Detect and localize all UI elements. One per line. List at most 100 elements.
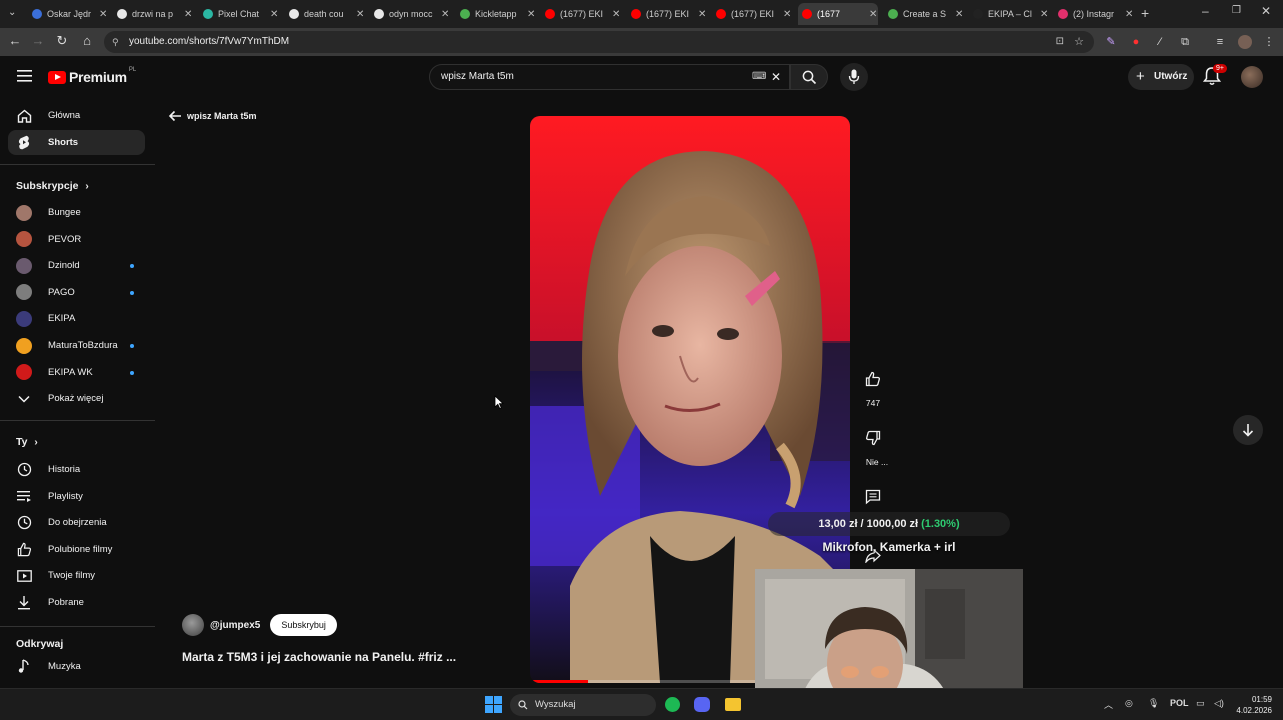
browser-tab[interactable]: odyn mocc ✕ [370,3,450,25]
tab-close-icon[interactable]: ✕ [612,9,620,20]
bookmark-star-icon[interactable]: ☆ [1074,31,1084,53]
search-button[interactable] [790,64,828,90]
tab-close-icon[interactable]: ✕ [356,9,364,20]
profile-avatar-icon[interactable] [1238,35,1252,49]
extension-pen-icon[interactable]: ✎ [1104,35,1118,49]
subscribe-button[interactable]: Subskrybuj [270,614,337,636]
channel-avatar [16,231,32,248]
channel-avatar[interactable] [182,614,204,636]
taskbar-search[interactable]: Wyszukaj [510,694,656,716]
sidebar-item-channel[interactable]: MaturaToBzdura [8,333,145,358]
sidebar-item-home[interactable]: Główna [8,103,145,128]
sidebar-item-like[interactable]: Polubione filmy [8,537,145,562]
spotify-icon[interactable] [665,697,680,712]
file-explorer-icon[interactable] [725,698,741,711]
browser-tab[interactable]: (1677) EKI ✕ [712,3,792,25]
browser-tab[interactable]: Pixel Chat ✕ [199,3,279,25]
sidebar-item-watch-later[interactable]: Do obejrzenia [8,510,145,535]
browser-tab[interactable]: (1677) EKI ✕ [627,3,707,25]
back-button[interactable]: ← [6,33,24,48]
tab-close-icon[interactable]: ✕ [184,9,192,20]
browser-tab[interactable]: Oskar Jędr ✕ [28,3,108,25]
tray-overflow-icon[interactable]: ︿ [1104,698,1113,711]
sidebar-item-your-videos[interactable]: Twoje filmy [8,563,145,588]
sidebar-item-history[interactable]: Historia [8,457,145,482]
sidebar-item-channel[interactable]: PAGO [8,280,145,305]
tab-close-icon[interactable]: ✕ [698,9,706,20]
clear-search-icon[interactable]: ✕ [771,65,781,89]
sidebar-item-playlist[interactable]: Playlisty [8,484,145,509]
maximize-button[interactable]: ❐ [1232,5,1241,16]
next-short-button[interactable] [1233,415,1263,445]
sidebar-item-channel[interactable]: PEVOR [8,227,145,252]
windows-start-icon[interactable] [485,696,502,718]
home-button[interactable]: ⌂ [78,33,96,48]
site-info-icon[interactable]: ⚲ [112,31,119,53]
network-icon[interactable]: ▭ [1196,698,1205,709]
extension-slash-icon[interactable]: ⁄ [1153,35,1167,49]
tab-search-icon[interactable]: ⌄ [8,7,16,18]
account-avatar[interactable] [1241,66,1263,88]
tab-close-icon[interactable]: ✕ [1040,9,1048,20]
browser-tab[interactable]: Create a S ✕ [884,3,964,25]
youtube-premium-logo[interactable]: Premium PL [48,67,136,85]
tab-close-icon[interactable]: ✕ [441,9,449,20]
tray-app-icon[interactable]: ◎ [1125,698,1133,709]
video-title[interactable]: Marta z T5M3 i jej zachowanie na Panelu.… [182,650,456,664]
browser-tab[interactable]: (1677 ✕ [798,3,878,25]
address-bar[interactable]: ⚲ youtube.com/shorts/7fVw7YmThDM ⊡ ☆ [104,31,1094,53]
sidebar-item-channel[interactable]: EKIPA WK [8,360,145,385]
search-input[interactable]: wpisz Marta t5m ⌨ ✕ [429,64,790,90]
channel-name[interactable]: @jumpex5 [210,620,260,631]
sidebar-item-shorts[interactable]: Shorts [8,130,145,155]
browser-tab[interactable]: drzwi na p ✕ [113,3,193,25]
create-button[interactable]: + Utwórz [1128,64,1194,90]
extension-record-icon[interactable]: ● [1129,35,1143,49]
tab-favicon-icon [374,9,384,19]
volume-icon[interactable]: ◁) [1214,698,1224,709]
sidebar-item-download[interactable]: Pobrane [8,590,145,615]
browser-tab[interactable]: EKIPA – Cl ✕ [969,3,1049,25]
tab-close-icon[interactable]: ✕ [527,9,535,20]
donation-goal-bar: 13,00 zł / 1000,00 zł (1.30%) [768,512,1010,536]
system-clock[interactable]: 01:59 4.02.2026 [1234,694,1272,716]
minimize-button[interactable]: – [1202,4,1209,18]
sidebar-heading-subscriptions[interactable]: Subskrypcje › [16,180,89,192]
discord-icon[interactable] [694,697,710,712]
voice-search-button[interactable] [840,63,868,91]
browser-tab[interactable]: (1677) EKI ✕ [541,3,621,25]
input-language[interactable]: POL [1170,698,1189,708]
tab-close-icon[interactable]: ✕ [955,9,963,20]
browser-tab[interactable]: death cou ✕ [285,3,365,25]
new-tab-button[interactable]: + [1141,5,1149,21]
sidebar-item-music[interactable]: Muzyka [8,654,145,679]
dislike-button[interactable] [859,424,887,452]
back-to-search-link[interactable]: wpisz Marta t5m [168,110,257,122]
extensions-puzzle-icon[interactable]: ⧉ [1178,35,1192,49]
sidebar-item-channel[interactable]: EKIPA [8,306,145,331]
reading-list-icon[interactable]: ≡ [1213,35,1227,49]
install-app-icon[interactable]: ⊡ [1056,31,1064,53]
close-window-button[interactable]: ✕ [1261,4,1271,18]
tab-close-icon[interactable]: ✕ [270,9,278,20]
forward-button[interactable]: → [29,33,47,48]
like-button[interactable] [859,365,887,393]
keyboard-icon[interactable]: ⌨ [752,65,766,89]
sidebar-item-channel[interactable]: Bungee [8,200,145,225]
browser-tab[interactable]: Kickletapp ✕ [456,3,536,25]
sidebar-item-show-more[interactable]: Pokaż więcej [8,386,145,411]
donation-current: 13,00 zł [818,518,858,530]
reload-button[interactable]: ↻ [53,33,71,49]
browser-tab[interactable]: (2) Instagr ✕ [1054,3,1134,25]
tab-close-icon[interactable]: ✕ [1125,9,1133,20]
tray-mic-icon[interactable]: 🎙 [1148,698,1159,709]
sidebar-item-channel[interactable]: Dzinold [8,253,145,278]
comments-button[interactable] [859,483,887,511]
browser-menu-icon[interactable]: ⋮ [1262,35,1276,49]
tab-close-icon[interactable]: ✕ [99,9,107,20]
sidebar-item-label: Muzyka [48,661,81,672]
tab-close-icon[interactable]: ✕ [869,9,877,20]
hamburger-menu-icon[interactable] [17,69,32,87]
sidebar-heading-you[interactable]: Ty › [16,436,38,448]
tab-close-icon[interactable]: ✕ [783,9,791,20]
